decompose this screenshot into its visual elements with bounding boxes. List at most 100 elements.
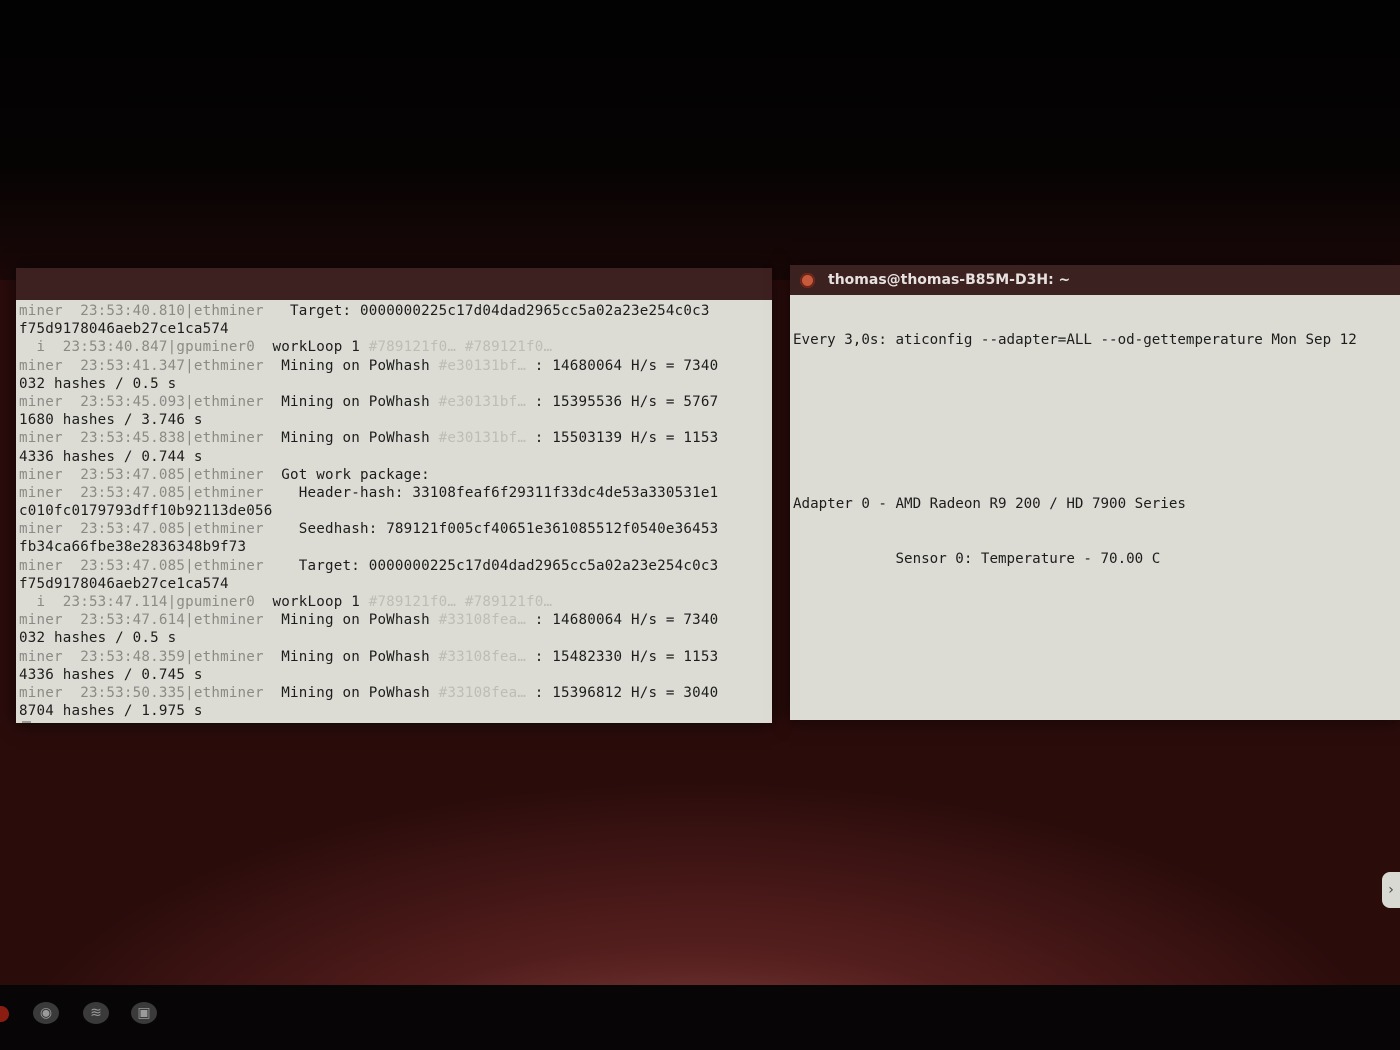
log-time: 23:53:40.847 [62,339,168,356]
log-line: i 23:53:40.847|gpuminer0 workLoop 1 #789… [19,338,772,356]
log-hash-short: #e30131bf… [438,430,527,447]
log-message: Mining on PoWhash [263,357,439,374]
temperature-terminal-window[interactable]: thomas@thomas-B85M-D3H: ~ Every 3,0s: at… [790,265,1400,720]
log-source: |ethminer [185,648,264,665]
dark-background [0,0,1400,300]
log-value: : 14680064 H/s = 7340 [526,612,719,629]
log-message: fb34ca66fbe38e2836348b9f73 [19,539,247,556]
log-message: Seedhash: [263,521,387,538]
log-line: 1680 hashes / 3.746 s [19,411,772,429]
log-source: |ethminer [185,303,264,319]
log-message: 8704 hashes / 1.975 s [19,703,203,720]
log-message: f75d9178046aeb27ce1ca574 [19,575,229,592]
prompt-line [19,720,772,723]
log-message: Mining on PoWhash [263,684,439,701]
log-value: : 14680064 H/s = 7340 [526,357,719,374]
log-prefix: miner [19,303,63,319]
log-line: 032 hashes / 0.5 s [19,629,772,647]
log-line: miner 23:53:45.093|ethminer Mining on Po… [19,393,772,411]
log-message: 4336 hashes / 0.745 s [19,666,203,683]
log-line: c010fc0179793dff10b92113de056 [19,502,772,520]
log-line: miner 23:53:47.085|ethminer Seedhash: 78… [19,520,772,538]
log-line: fb34ca66fbe38e2836348b9f73 [19,538,772,556]
log-value: : 15395536 H/s = 5767 [526,393,719,410]
log-line: miner 23:53:40.810|ethminer Target: 0000… [19,302,772,320]
log-time: 23:53:45.838 [80,430,186,447]
log-prefix: miner [19,484,63,501]
log-source: |ethminer [185,393,264,410]
temperature-terminal-titlebar[interactable]: thomas@thomas-B85M-D3H: ~ [790,265,1400,295]
log-source: |ethminer [185,521,264,538]
ethminer-terminal-titlebar[interactable] [16,268,772,300]
log-time: 23:53:47.614 [80,612,186,629]
log-value: : 15482330 H/s = 1153 [526,648,719,665]
log-prefix: miner [19,648,63,665]
log-line: 4336 hashes / 0.745 s [19,666,772,684]
taskbar [0,985,1400,1050]
temperature-terminal-output[interactable]: Every 3,0s: aticonfig --adapter=ALL --od… [790,295,1400,604]
log-line: i 23:53:47.114|gpuminer0 workLoop 1 #789… [19,593,772,611]
log-message: Target: [263,557,369,574]
log-message: Mining on PoWhash [263,393,439,410]
log-message: workLoop 1 [255,339,369,356]
ethminer-terminal-window[interactable]: miner 23:53:40.810|ethminer Target: 0000… [16,268,772,723]
log-message: Mining on PoWhash [263,648,439,665]
log-message: 032 hashes / 0.5 s [19,630,177,647]
log-prefix: miner [19,430,63,447]
log-prefix: miner [19,612,63,629]
log-prefix: i [19,594,46,610]
right-edge-expand-arrow[interactable]: › [1382,872,1400,908]
log-time: 23:53:47.085 [80,484,186,501]
log-line: 4336 hashes / 0.744 s [19,448,772,466]
log-value: 0000000225c17d04dad2965cc5a02a23e254c0c3 [368,557,719,574]
log-message: Mining on PoWhash [263,430,439,447]
log-message: workLoop 1 [255,594,369,610]
log-hash-short: #33108fea… [438,648,527,665]
log-message: f75d9178046aeb27ce1ca574 [19,321,229,338]
log-line: 032 hashes / 0.5 s [19,375,772,393]
log-source: |ethminer [185,430,264,447]
log-hash-short: #e30131bf… [438,357,527,374]
log-prefix: miner [19,684,63,701]
log-source: |gpuminer0 [167,339,256,356]
log-source: |ethminer [185,357,264,374]
log-time: 23:53:47.085 [80,521,186,538]
sensor-temperature-line: Sensor 0: Temperature - 70.00 C [793,550,1161,567]
log-time: 23:53:47.085 [80,466,186,483]
log-line: f75d9178046aeb27ce1ca574 [19,575,772,593]
log-message: 032 hashes / 0.5 s [19,375,177,392]
window-title: thomas@thomas-B85M-D3H: ~ [828,272,1071,288]
text-cursor [22,721,31,723]
log-value: 0000000225c17d04dad2965cc5a02a23e254c0c3 [359,303,710,319]
log-source: |ethminer [185,466,264,483]
log-time: 23:53:40.810 [80,303,186,319]
log-message: Header-hash: [263,484,413,501]
log-hash-short: #789121f0… #789121f0… [368,339,553,356]
log-line: 8704 hashes / 1.975 s [19,702,772,720]
terminal-icon[interactable]: ▣ [131,1002,157,1024]
close-window-button[interactable] [800,273,815,288]
log-prefix: i [19,339,46,356]
log-message: Target: [263,303,360,319]
log-line: f75d9178046aeb27ce1ca574 [19,320,772,338]
log-line: miner 23:53:45.838|ethminer Mining on Po… [19,429,772,447]
log-source: |gpuminer0 [167,594,256,610]
log-prefix: miner [19,466,63,483]
log-time: 23:53:45.093 [80,393,186,410]
log-line: miner 23:53:47.614|ethminer Mining on Po… [19,611,772,629]
log-value: : 15396812 H/s = 3040 [526,684,719,701]
log-time: 23:53:47.085 [80,557,186,574]
log-prefix: miner [19,521,63,538]
log-value: 33108feaf6f29311f33dc4de53a330531e1 [412,484,719,501]
log-line: miner 23:53:47.085|ethminer Header-hash:… [19,484,772,502]
chromium-icon[interactable]: ◉ [33,1002,59,1024]
log-line: miner 23:53:48.359|ethminer Mining on Po… [19,648,772,666]
log-line: miner 23:53:47.085|ethminer Got work pac… [19,466,772,484]
log-value: 789121f005cf40651e361085512f0540e36453 [386,521,719,538]
log-source: |ethminer [185,557,264,574]
ethminer-terminal-output[interactable]: miner 23:53:40.810|ethminer Target: 0000… [16,300,772,723]
log-source: |ethminer [185,612,264,629]
log-message: 1680 hashes / 3.746 s [19,412,203,429]
log-prefix: miner [19,393,63,410]
spotify-icon[interactable]: ≋ [83,1002,109,1024]
